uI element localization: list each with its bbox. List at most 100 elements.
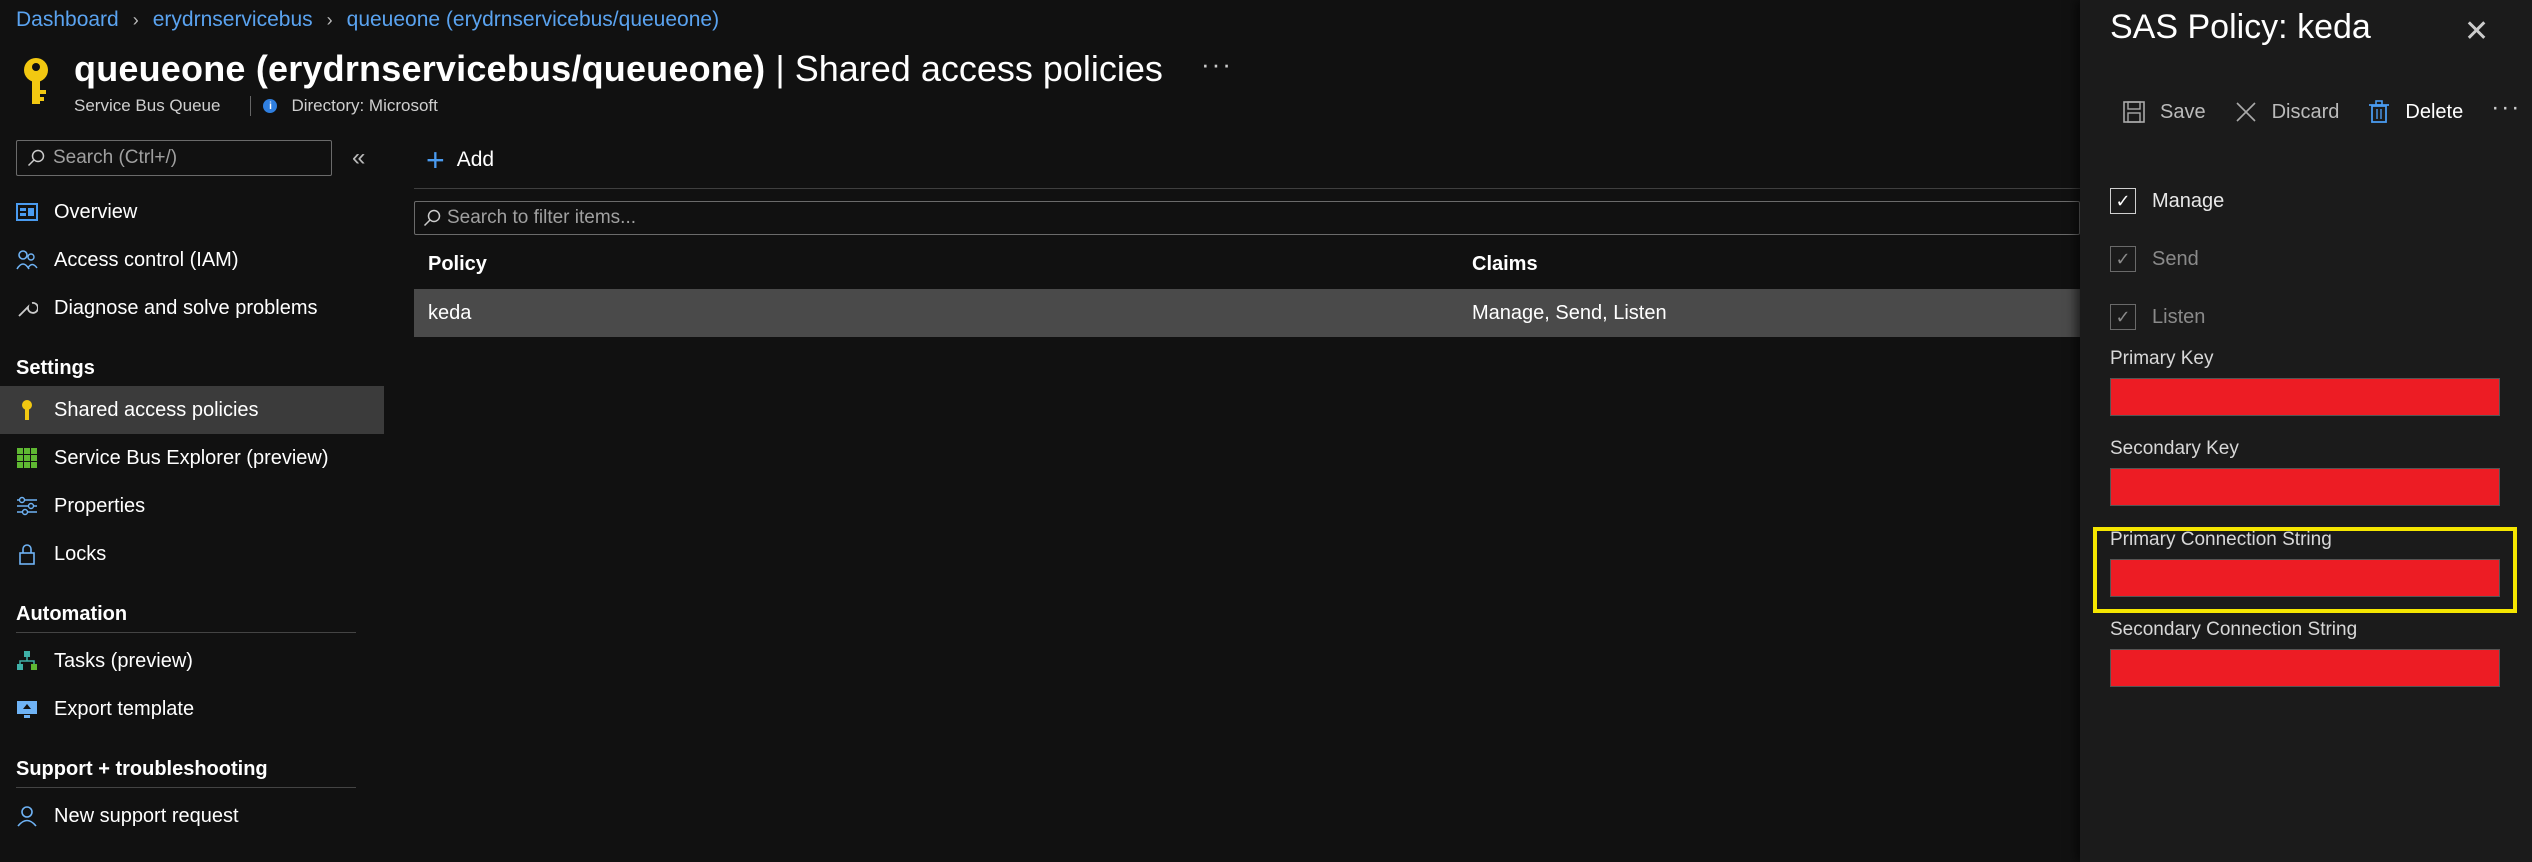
discard-button[interactable]: Discard — [2234, 100, 2340, 124]
main-content: + Add Policy Claims keda Manage, Send, L… — [414, 140, 2080, 337]
sidebar-item-overview[interactable]: Overview — [0, 188, 384, 236]
table-row[interactable]: keda Manage, Send, Listen — [414, 289, 2080, 337]
secondary-key-label: Secondary Key — [2110, 438, 2239, 459]
breadcrumb-queue[interactable]: queueone (erydrnservicebus/queueone) — [347, 8, 719, 32]
section-support: Support + troubleshooting — [16, 758, 268, 780]
secondary-connection-string-label: Secondary Connection String — [2110, 619, 2358, 640]
checkbox-label: Listen — [2152, 305, 2206, 328]
secondary-key-field: Secondary Key — [2110, 438, 2500, 506]
lock-icon — [16, 543, 38, 565]
sidebar-item-tasks[interactable]: Tasks (preview) — [0, 637, 384, 685]
add-button[interactable]: + Add — [426, 140, 2080, 180]
trash-icon — [2369, 100, 2390, 123]
save-button[interactable]: Save — [2122, 100, 2206, 124]
listen-checkbox: ✓ Listen — [2110, 288, 2224, 346]
tasks-icon — [16, 650, 38, 672]
filter-input[interactable] — [447, 207, 1847, 229]
column-header-claims[interactable]: Claims — [1472, 253, 1538, 276]
more-options-button[interactable]: ··· — [1201, 49, 1233, 80]
close-icon[interactable]: ✕ — [2464, 14, 2489, 49]
sidebar-item-locks[interactable]: Locks — [0, 530, 384, 578]
save-icon — [2123, 101, 2145, 123]
sidebar-item-label: Access control (IAM) — [54, 248, 239, 271]
sidebar-item-label: Locks — [54, 542, 107, 565]
plus-icon: + — [426, 142, 445, 178]
sidebar-item-label: Properties — [54, 494, 146, 517]
breadcrumb: Dashboard › erydrnservicebus › queueone … — [16, 8, 719, 32]
page-header: queueone (erydrnservicebus/queueone) | S… — [16, 48, 1233, 116]
send-checkbox: ✓ Send — [2110, 230, 2224, 288]
search-icon — [27, 149, 45, 167]
sidebar-item-label: Service Bus Explorer (preview) — [54, 446, 329, 469]
delete-label: Delete — [2405, 100, 2464, 123]
sidebar-item-iam[interactable]: Access control (IAM) — [0, 236, 384, 284]
checkmark-icon: ✓ — [2110, 246, 2136, 272]
page-title: queueone (erydrnservicebus/queueone) — [74, 48, 766, 89]
page-title-suffix: | Shared access policies — [775, 48, 1163, 89]
sidebar-item-label: New support request — [54, 804, 239, 827]
sidebar-item-diagnose[interactable]: Diagnose and solve problems — [0, 284, 384, 332]
policy-claims: Manage, Send, Listen — [1472, 301, 1667, 324]
checkmark-icon: ✓ — [2110, 304, 2136, 330]
sidebar-item-label: Shared access policies — [54, 398, 259, 421]
overview-icon — [16, 201, 38, 223]
directory-label: Directory: Microsoft — [291, 96, 438, 115]
iam-people-icon — [16, 249, 38, 271]
collapse-sidebar-button[interactable]: « — [352, 144, 365, 172]
secondary-connection-string-value-redacted[interactable] — [2110, 649, 2500, 687]
section-settings: Settings — [16, 357, 95, 379]
delete-button[interactable]: Delete — [2367, 100, 2463, 124]
filter-box[interactable] — [414, 201, 2080, 235]
search-icon — [423, 209, 441, 227]
sidebar-item-service-bus-explorer[interactable]: Service Bus Explorer (preview) — [0, 434, 384, 482]
column-header-policy[interactable]: Policy — [414, 253, 1472, 276]
resource-type: Service Bus Queue — [74, 96, 221, 115]
sidebar-item-label: Tasks (preview) — [54, 649, 193, 672]
add-label: Add — [456, 148, 495, 171]
sliders-icon — [16, 495, 38, 517]
discard-icon — [2236, 102, 2256, 122]
more-options-button[interactable]: ··· — [2491, 94, 2521, 122]
sidebar-item-label: Overview — [54, 200, 138, 223]
export-icon — [16, 698, 38, 720]
secondary-connection-string-field: Secondary Connection String — [2110, 619, 2500, 687]
claims-checkboxes: ✓ Manage ✓ Send ✓ Listen — [2110, 172, 2224, 346]
discard-label: Discard — [2271, 100, 2340, 123]
sidebar-search[interactable] — [16, 140, 332, 176]
divider — [16, 632, 356, 633]
sidebar-item-export-template[interactable]: Export template — [0, 685, 384, 733]
divider — [16, 787, 356, 788]
panel-title: SAS Policy: keda — [2110, 8, 2371, 46]
wrench-icon — [16, 297, 38, 319]
save-label: Save — [2160, 100, 2206, 123]
info-icon: i — [263, 99, 278, 113]
primary-key-value-redacted[interactable] — [2110, 378, 2500, 416]
checkbox-label: Manage — [2152, 189, 2225, 212]
primary-key-label: Primary Key — [2110, 348, 2214, 369]
checkmark-icon: ✓ — [2110, 188, 2136, 214]
sas-policy-panel: SAS Policy: keda ✕ Save Discard Delete ·… — [2080, 0, 2532, 862]
table-header: Policy Claims — [414, 239, 2080, 289]
chevron-right-icon: › — [132, 9, 139, 30]
sidebar-search-input[interactable] — [53, 147, 313, 169]
support-person-icon — [16, 805, 38, 827]
checkbox-label: Send — [2152, 247, 2199, 270]
divider — [414, 188, 2080, 189]
policy-name: keda — [428, 301, 472, 324]
sidebar-item-shared-access-policies[interactable]: Shared access policies — [0, 386, 384, 434]
sidebar-item-label: Diagnose and solve problems — [54, 296, 318, 319]
panel-toolbar: Save Discard Delete ··· — [2122, 94, 2521, 124]
sidebar-nav: Overview Access control (IAM) Diagnose a… — [0, 188, 384, 840]
manage-checkbox[interactable]: ✓ Manage — [2110, 172, 2224, 230]
secondary-key-value-redacted[interactable] — [2110, 468, 2500, 506]
chevron-right-icon: › — [326, 9, 333, 30]
breadcrumb-servicebus[interactable]: erydrnservicebus — [153, 8, 313, 32]
primary-key-field: Primary Key — [2110, 348, 2500, 416]
sidebar-item-new-support-request[interactable]: New support request — [0, 792, 384, 840]
sidebar-item-properties[interactable]: Properties — [0, 482, 384, 530]
highlight-box — [2093, 527, 2517, 613]
key-icon — [16, 399, 38, 421]
breadcrumb-dashboard[interactable]: Dashboard — [16, 8, 119, 32]
divider — [250, 96, 252, 116]
sidebar: « Overview Access control (IAM) Diagnose… — [0, 140, 384, 840]
